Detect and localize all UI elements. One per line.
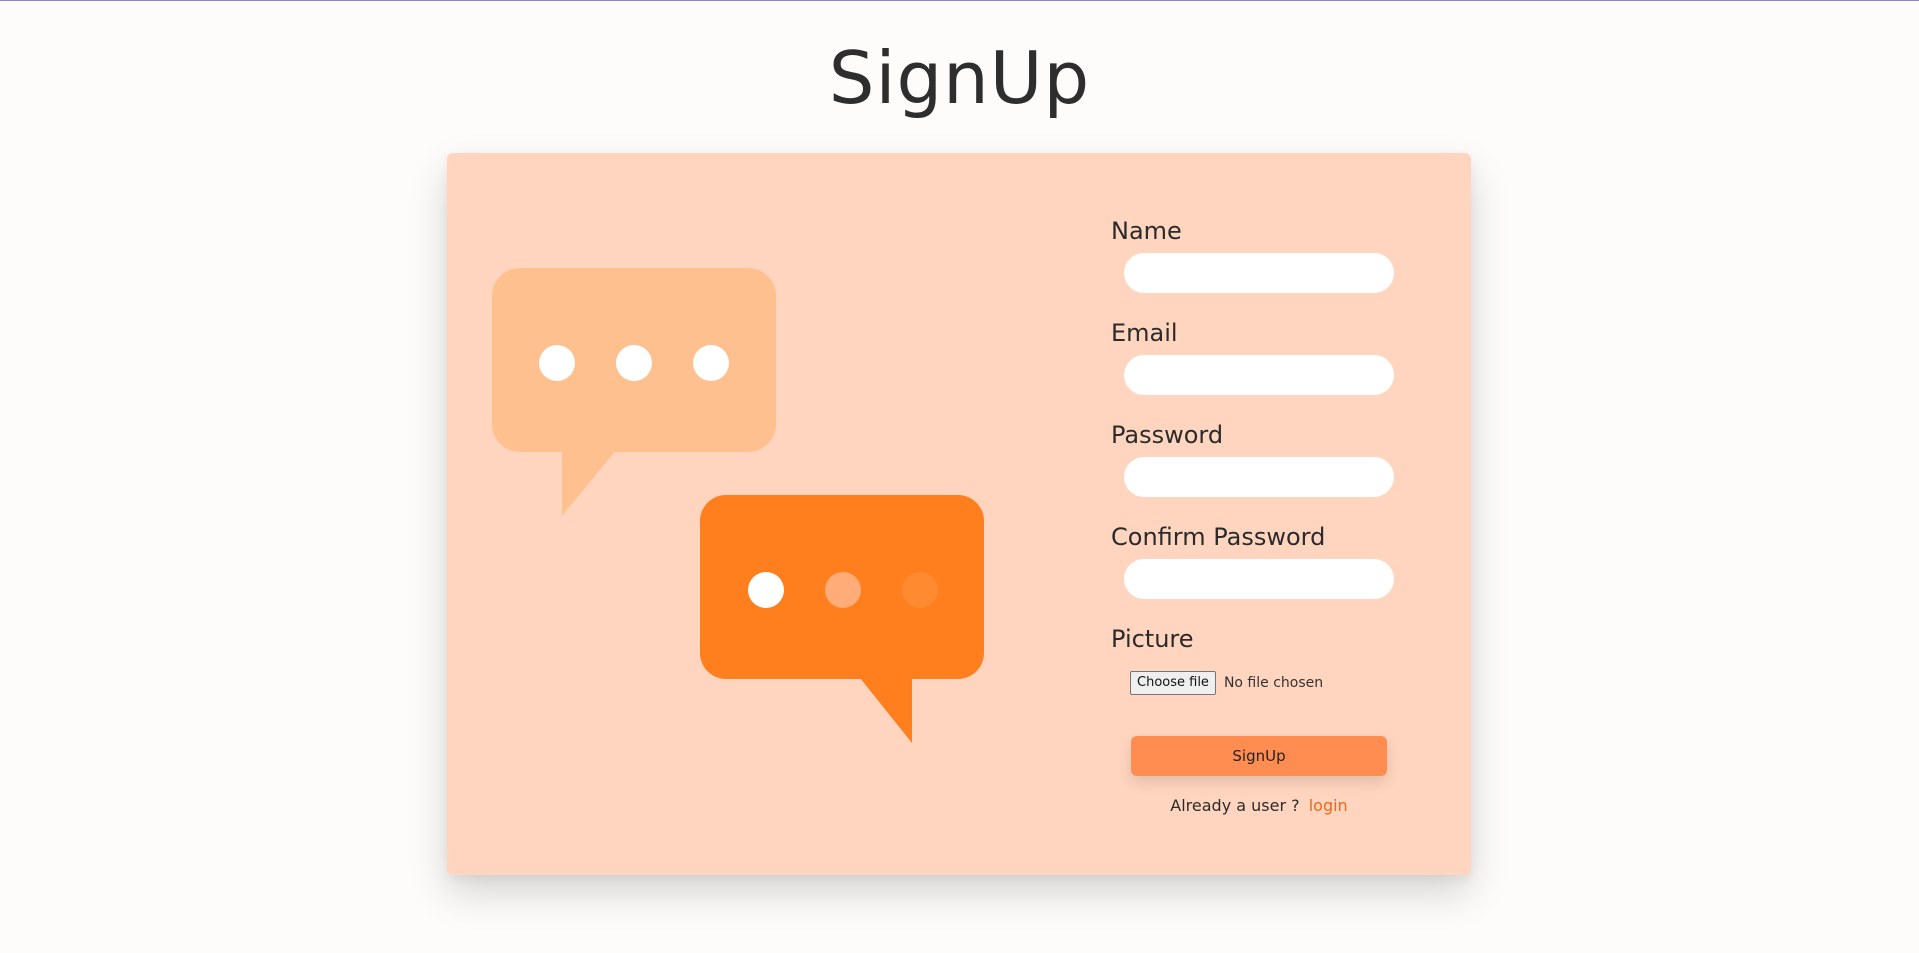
choose-file-button[interactable]: Choose file <box>1130 671 1216 695</box>
chat-bubbles-icon <box>492 268 984 743</box>
login-prompt-row: Already a user ? login <box>1131 796 1387 815</box>
picture-file-input: Choose file No file chosen <box>1130 670 1431 696</box>
picture-label: Picture <box>1111 625 1194 653</box>
name-input[interactable] <box>1124 253 1394 293</box>
login-link[interactable]: login <box>1309 796 1348 815</box>
confirm-password-label: Confirm Password <box>1111 523 1326 551</box>
chat-bubble-light-icon <box>492 268 776 516</box>
signup-button[interactable]: SignUp <box>1131 736 1387 776</box>
signup-form: Name Email Password Confirm Password Pic… <box>1111 213 1431 815</box>
file-status: No file chosen <box>1223 675 1324 691</box>
signup-card: Name Email Password Confirm Password Pic… <box>447 153 1471 875</box>
email-input[interactable] <box>1124 355 1394 395</box>
password-input[interactable] <box>1124 457 1394 497</box>
chat-bubble-dark-icon <box>700 495 984 743</box>
email-label: Email <box>1111 319 1178 347</box>
page-title: SignUp <box>828 36 1091 120</box>
password-label: Password <box>1111 421 1224 449</box>
confirm-password-input[interactable] <box>1124 559 1394 599</box>
name-label: Name <box>1111 217 1182 245</box>
top-border <box>0 0 1919 1</box>
login-prompt-text: Already a user ? <box>1170 796 1300 815</box>
